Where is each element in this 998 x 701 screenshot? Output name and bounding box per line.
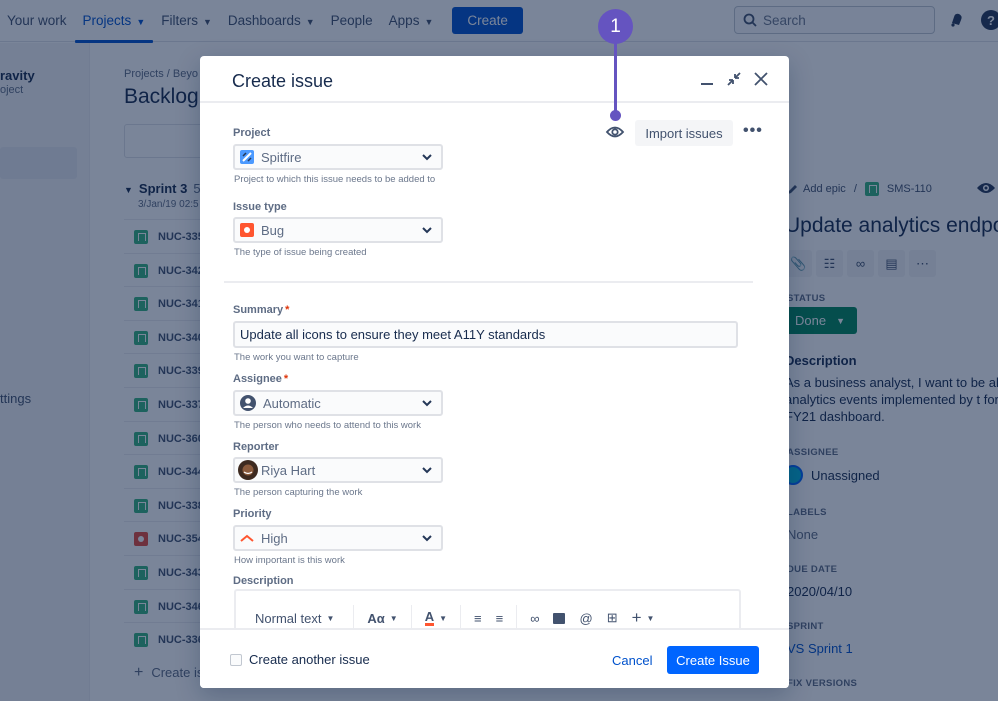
chevron-down-icon — [422, 154, 432, 161]
project-help: Project to which this issue needs to be … — [234, 174, 436, 185]
chevron-down-icon — [422, 467, 432, 474]
table-button[interactable]: ⊞ — [600, 606, 625, 628]
text-color-dropdown[interactable]: A ▼ — [418, 606, 454, 628]
reporter-help: The person capturing the work — [234, 487, 363, 498]
image-button[interactable] — [546, 606, 572, 628]
bug-icon — [240, 223, 254, 237]
link-button[interactable]: ∞ — [523, 606, 546, 628]
bullet-list-button[interactable]: ≡ — [467, 606, 489, 628]
eye-icon[interactable] — [605, 123, 625, 141]
project-select[interactable]: Spitfire — [233, 144, 443, 170]
issue-type-value: Bug — [261, 222, 285, 238]
toolbar-separator — [410, 605, 412, 628]
create-another-label[interactable]: Create another issue — [249, 652, 370, 667]
chevron-down-icon — [422, 535, 432, 542]
reporter-select[interactable]: Riya Hart — [233, 457, 443, 483]
mention-button[interactable]: @ — [572, 606, 599, 628]
description-editor[interactable]: Normal text ▼ Aα ▼ A ▼ ≡ ≡ ∞ @ ⊞ + ▼ — [234, 589, 741, 628]
issue-type-label: Issue type — [233, 201, 287, 213]
more-actions-icon[interactable]: ••• — [743, 123, 763, 139]
priority-value: High — [261, 530, 288, 546]
annotation-line — [614, 40, 617, 116]
collapse-icon — [727, 72, 741, 86]
text-formatting-dropdown[interactable]: Aα ▼ — [360, 606, 404, 628]
chevron-down-icon: ▼ — [389, 613, 398, 623]
text-style-label: Normal text — [255, 610, 322, 626]
numbered-list-icon: ≡ — [495, 610, 504, 626]
section-divider — [224, 281, 753, 283]
annotation-badge: 1 — [598, 9, 633, 44]
minimize-icon — [701, 83, 713, 85]
assignee-select[interactable]: Automatic — [233, 390, 443, 416]
dialog-header: Create issue — [200, 56, 789, 103]
chevron-down-icon — [422, 227, 432, 234]
text-style-dropdown[interactable]: Normal text ▼ — [236, 606, 347, 628]
create-issue-button[interactable]: Create Issue — [667, 646, 759, 674]
priority-label: Priority — [233, 508, 272, 520]
summary-label: Summary * — [233, 304, 289, 316]
project-value: Spitfire — [261, 149, 302, 165]
summary-help: The work you want to capture — [234, 352, 359, 363]
numbered-list-button[interactable]: ≡ — [489, 606, 511, 628]
create-another-checkbox[interactable] — [230, 654, 242, 666]
chevron-down-icon — [422, 400, 432, 407]
reporter-value: Riya Hart — [261, 462, 316, 478]
annotation-dot — [610, 110, 621, 121]
image-icon — [553, 612, 566, 624]
toolbar-separator — [460, 605, 462, 628]
editor-toolbar: Normal text ▼ Aα ▼ A ▼ ≡ ≡ ∞ @ ⊞ + ▼ — [236, 605, 661, 628]
chevron-down-icon: ▼ — [439, 613, 448, 623]
insert-more-dropdown[interactable]: + ▼ — [625, 606, 662, 628]
issue-type-help: The type of issue being created — [234, 247, 367, 258]
dialog-footer: Create another issue Cancel Create Issue — [200, 628, 789, 688]
collapse-button[interactable] — [723, 68, 745, 90]
text-color-icon: A — [424, 609, 435, 626]
assignee-label: Assignee * — [233, 373, 288, 385]
required-marker: * — [283, 373, 289, 385]
toolbar-separator — [516, 605, 518, 628]
avatar — [238, 460, 258, 480]
close-icon — [754, 72, 768, 86]
project-label: Project — [233, 127, 271, 139]
summary-input[interactable]: Update all icons to ensure they meet A11… — [233, 321, 738, 348]
toolbar-separator — [353, 605, 355, 628]
required-marker: * — [285, 304, 290, 316]
assignee-help: The person who needs to attend to this w… — [234, 420, 421, 431]
create-issue-dialog: Create issue Import issues ••• Project S… — [200, 56, 789, 688]
text-formatting-icon: Aα — [367, 610, 385, 626]
summary-label-text: Summary — [233, 304, 284, 316]
minimize-button[interactable] — [696, 68, 718, 90]
cancel-button[interactable]: Cancel — [600, 646, 664, 674]
priority-high-icon — [240, 533, 254, 543]
description-label: Description — [233, 575, 294, 587]
reporter-label: Reporter — [233, 441, 279, 453]
assignee-value: Automatic — [263, 395, 321, 411]
dialog-body: Import issues ••• Project Spitfire Proje… — [200, 103, 789, 628]
chevron-down-icon: ▼ — [646, 613, 655, 623]
chevron-down-icon: ▼ — [326, 613, 335, 623]
table-icon: ⊞ — [606, 610, 618, 625]
issue-type-select[interactable]: Bug — [233, 217, 443, 243]
bullet-list-icon: ≡ — [474, 610, 482, 626]
mention-icon: @ — [579, 610, 593, 626]
close-button[interactable] — [750, 68, 772, 90]
import-issues-button[interactable]: Import issues — [635, 120, 733, 146]
plus-icon: + — [631, 608, 642, 627]
assignee-label-text: Assignee — [233, 373, 282, 385]
priority-select[interactable]: High — [233, 525, 443, 551]
user-avatar-icon — [240, 395, 256, 411]
project-avatar-icon — [240, 150, 254, 164]
dialog-title: Create issue — [232, 71, 334, 91]
priority-help: How important is this work — [234, 555, 345, 566]
link-icon: ∞ — [530, 610, 540, 626]
